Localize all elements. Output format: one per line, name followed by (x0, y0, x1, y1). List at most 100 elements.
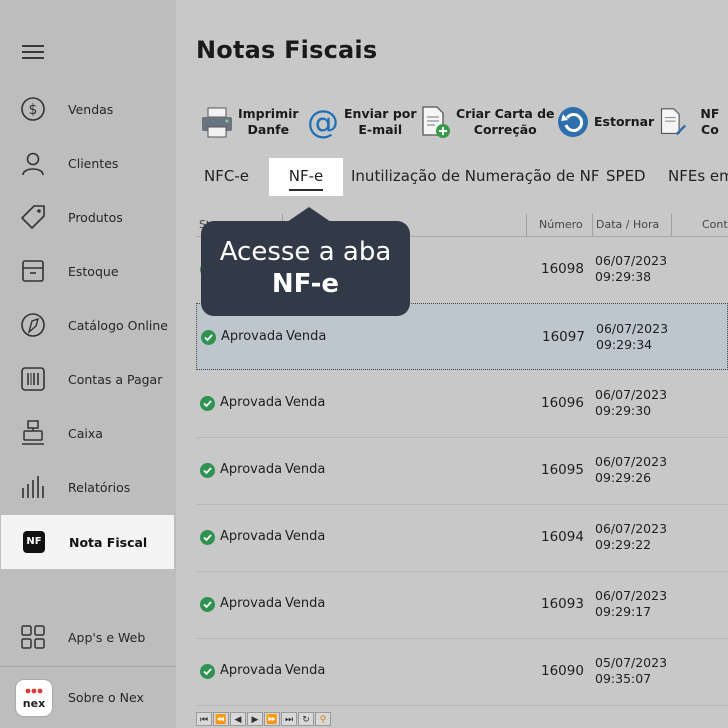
numero-text: 16098 (541, 261, 584, 277)
date-text: 06/07/2023 (595, 387, 668, 402)
column-divider[interactable] (671, 214, 672, 236)
next-pages-icon[interactable]: ⏩ (264, 711, 280, 726)
table-row[interactable]: Aprovada Venda 16094 06/07/2023 09:29:22 (196, 504, 728, 572)
time-text: 09:29:26 (595, 470, 652, 485)
data-hora-text: 06/07/2023 09:29:30 (595, 387, 667, 419)
onboarding-tooltip: Acesse a aba NF-e (201, 207, 410, 316)
page-title: Notas Fiscais (196, 36, 378, 64)
data-hora-text: 06/07/2023 09:29:26 (595, 454, 667, 486)
svg-text:@: @ (307, 105, 339, 139)
data-hora-text: 06/07/2023 09:29:17 (595, 588, 667, 620)
tipo-text: Venda (285, 596, 326, 611)
toolbar-label-line: Imprimir (238, 106, 299, 121)
tag-icon (21, 205, 45, 229)
tooltip-arrow (287, 207, 331, 222)
tab-nf-e[interactable]: NF-e (269, 158, 343, 196)
next-page-icon[interactable]: ▶ (247, 711, 263, 726)
table-row[interactable]: Aprovada Venda 16090 05/07/2023 09:35:07 (196, 638, 728, 706)
barcode-icon (21, 367, 45, 391)
status-text: Aprovada (220, 596, 283, 611)
numero-text: 16090 (541, 663, 584, 679)
tab-nfc-e[interactable]: NFC-e (204, 158, 249, 196)
refresh-icon[interactable]: ↻ (298, 711, 314, 726)
sidebar-item-label: Nota Fiscal (69, 534, 148, 550)
data-hora-text: 05/07/2023 09:35:07 (595, 655, 667, 687)
sidebar-item-label: Contas a Pagar (68, 371, 163, 387)
tab-inutilizacao[interactable]: Inutilização de Numeração de NF (351, 158, 599, 196)
prev-pages-icon[interactable]: ⏪ (213, 711, 229, 726)
date-text: 06/07/2023 (595, 454, 668, 469)
sidebar-item-clientes[interactable]: Clientes (0, 136, 176, 190)
hamburger-icon[interactable] (22, 45, 44, 61)
sidebar-item-nota-fiscal[interactable]: NF Nota Fiscal (1, 515, 174, 569)
document-add-icon (422, 106, 450, 138)
bar-chart-icon (22, 476, 44, 498)
numero-text: 16094 (541, 529, 584, 545)
sidebar-item-estoque[interactable]: Estoque (0, 244, 176, 298)
sidebar-item-caixa[interactable]: Caixa (0, 406, 176, 460)
first-page-icon[interactable]: ⏮ (196, 711, 212, 726)
column-header-cont[interactable]: Cont (702, 218, 728, 231)
dollar-circle-icon: $ (21, 97, 45, 121)
table-row[interactable]: Aprovada Venda 16093 06/07/2023 09:29:17 (196, 571, 728, 639)
column-divider[interactable] (592, 214, 593, 236)
approved-check-icon (200, 664, 215, 679)
column-divider[interactable] (526, 214, 527, 236)
sidebar-item-relatorios[interactable]: Relatórios (0, 460, 176, 514)
estornar-button[interactable]: Estornar (556, 104, 654, 140)
tab-label: NFC-e (204, 167, 249, 185)
print-danfe-button[interactable]: Imprimir Danfe (200, 104, 299, 140)
numero-text: 16095 (541, 462, 584, 478)
sidebar-item-label: Produtos (68, 209, 123, 225)
tab-sped[interactable]: SPED (606, 158, 646, 196)
prev-page-icon[interactable]: ◀ (230, 711, 246, 726)
date-text: 06/07/2023 (595, 588, 668, 603)
tab-label: Inutilização de Numeração de NF (351, 167, 600, 185)
send-email-button[interactable]: @ Enviar por E-mail (306, 104, 417, 140)
toolbar-label-line: Enviar por (344, 106, 417, 121)
status-text: Aprovada (220, 663, 283, 678)
tipo-text: Venda (285, 663, 326, 678)
sidebar: $ Vendas Clientes Produtos Estoque Catál… (0, 0, 176, 728)
toolbar-label-line: Criar Carta de (456, 106, 555, 121)
numero-text: 16097 (542, 329, 585, 345)
tab-nfes-em[interactable]: NFEs em (668, 158, 728, 196)
approved-check-icon (200, 396, 215, 411)
time-text: 09:35:07 (595, 671, 652, 686)
date-text: 06/07/2023 (595, 521, 668, 536)
time-text: 09:29:17 (595, 604, 652, 619)
nf-icon: NF (23, 531, 45, 553)
status-text: Aprovada (221, 329, 284, 344)
sidebar-item-label: Vendas (68, 101, 114, 117)
catalog-icon (21, 313, 45, 337)
last-page-icon[interactable]: ⏭ (281, 711, 297, 726)
sidebar-item-vendas[interactable]: $ Vendas (0, 82, 176, 136)
time-text: 09:29:34 (596, 337, 653, 352)
status-text: Aprovada (220, 395, 283, 410)
status-text: Aprovada (220, 529, 283, 544)
date-text: 06/07/2023 (596, 321, 669, 336)
nex-logo-text: nex (22, 697, 46, 710)
table-row[interactable]: Aprovada Venda 16095 06/07/2023 09:29:26 (196, 437, 728, 505)
sidebar-divider (0, 666, 176, 667)
sidebar-item-catalogo-online[interactable]: Catálogo Online (0, 298, 176, 352)
sidebar-item-apps-e-web[interactable]: App's e Web (0, 610, 176, 664)
column-header-data-hora[interactable]: Data / Hora (596, 218, 659, 231)
nex-logo-icon[interactable]: nex (16, 680, 52, 716)
column-header-numero[interactable]: Número (539, 218, 583, 231)
table-row[interactable]: Aprovada Venda 16096 06/07/2023 09:29:30 (196, 370, 728, 438)
data-hora-text: 06/07/2023 09:29:22 (595, 521, 667, 553)
create-correction-letter-button[interactable]: Criar Carta de Correção (418, 104, 555, 140)
data-hora-text: 06/07/2023 09:29:34 (596, 321, 668, 353)
sidebar-item-contas-a-pagar[interactable]: Contas a Pagar (0, 352, 176, 406)
date-text: 05/07/2023 (595, 655, 668, 670)
toolbar-label-line: Estornar (594, 114, 655, 129)
sidebar-item-label: Estoque (68, 263, 119, 279)
sidebar-item-produtos[interactable]: Produtos (0, 190, 176, 244)
time-text: 09:29:30 (595, 403, 652, 418)
filter-icon[interactable]: ⚲ (315, 711, 331, 726)
nf-complementar-button[interactable]: NF Co (658, 104, 728, 140)
sidebar-item-label: Clientes (68, 155, 119, 171)
approved-check-icon (200, 530, 215, 545)
numero-text: 16093 (541, 596, 584, 612)
